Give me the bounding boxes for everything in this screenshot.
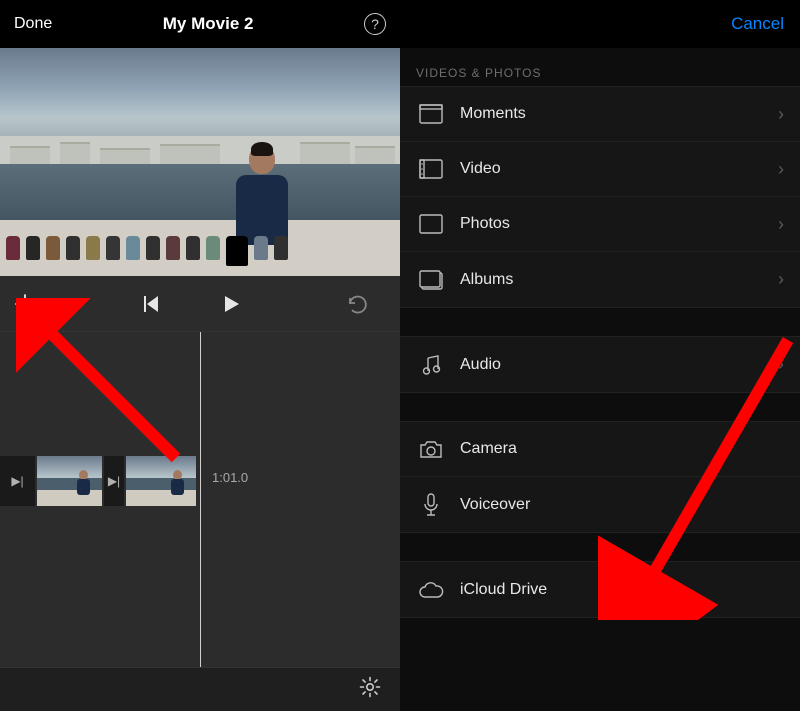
audio-icon <box>416 354 446 376</box>
timeline[interactable]: ▶| ▶| 1:01.0 <box>0 332 400 667</box>
list-item-label: Video <box>446 160 778 178</box>
list-item-voiceover[interactable]: Voiceover <box>400 477 800 532</box>
clip-start-icon: ▶| <box>11 474 23 488</box>
list-item-albums[interactable]: Albums › <box>400 252 800 307</box>
list-item-label: Albums <box>446 271 778 289</box>
done-button[interactable]: Done <box>14 15 52 33</box>
video-icon <box>416 159 446 179</box>
editor-bottom-bar <box>0 667 400 711</box>
timeline-clip[interactable] <box>126 456 196 506</box>
media-browser-panel: Cancel VIDEOS & PHOTOS Moments › Video ›… <box>400 0 800 711</box>
cloud-group: iCloud Drive <box>400 561 800 618</box>
list-item-label: Moments <box>446 105 778 123</box>
add-media-button[interactable] <box>14 293 54 315</box>
project-title: My Movie 2 <box>163 14 254 34</box>
list-item-label: iCloud Drive <box>446 581 784 599</box>
photos-icon <box>416 214 446 234</box>
transport-bar <box>0 276 400 332</box>
list-item-icloud-drive[interactable]: iCloud Drive <box>400 562 800 617</box>
list-item-label: Audio <box>446 356 778 374</box>
chevron-right-icon: › <box>778 354 784 375</box>
help-button[interactable]: ? <box>364 13 386 35</box>
list-item-label: Photos <box>446 215 778 233</box>
video-preview[interactable] <box>0 48 400 276</box>
list-item-photos[interactable]: Photos › <box>400 197 800 252</box>
chevron-right-icon: › <box>778 159 784 180</box>
list-item-camera[interactable]: Camera <box>400 422 800 477</box>
albums-icon <box>416 270 446 290</box>
settings-button[interactable] <box>358 675 382 704</box>
moments-icon <box>416 104 446 124</box>
chevron-right-icon: › <box>778 214 784 235</box>
chevron-right-icon: › <box>778 269 784 290</box>
list-item-moments[interactable]: Moments › <box>400 87 800 142</box>
list-item-video[interactable]: Video › <box>400 142 800 197</box>
prev-frame-button[interactable] <box>140 293 180 315</box>
voiceover-icon <box>416 493 446 517</box>
icloud-icon <box>416 581 446 599</box>
undo-button[interactable] <box>346 293 386 315</box>
chevron-right-icon: › <box>778 104 784 125</box>
section-header-videos-photos: VIDEOS & PHOTOS <box>400 48 800 86</box>
playhead[interactable] <box>200 332 201 667</box>
list-item-audio[interactable]: Audio › <box>400 337 800 392</box>
timeline-clip[interactable]: ▶| <box>0 456 35 506</box>
capture-group: Camera Voiceover <box>400 421 800 533</box>
clip-start-icon: ▶| <box>108 474 120 488</box>
timeline-clip[interactable]: ▶| <box>104 456 124 506</box>
media-group: Moments › Video › Photos › Albums › <box>400 86 800 308</box>
cancel-button[interactable]: Cancel <box>731 14 784 34</box>
camera-icon <box>416 439 446 459</box>
audio-group: Audio › <box>400 336 800 393</box>
editor-panel: Done My Movie 2 ? <box>0 0 400 711</box>
timeline-clip[interactable] <box>37 456 102 506</box>
editor-nav-bar: Done My Movie 2 ? <box>0 0 400 48</box>
list-item-label: Camera <box>446 440 784 458</box>
play-button[interactable] <box>220 293 260 315</box>
list-item-label: Voiceover <box>446 496 784 514</box>
browser-nav-bar: Cancel <box>400 0 800 48</box>
playhead-time: 1:01.0 <box>212 470 248 485</box>
